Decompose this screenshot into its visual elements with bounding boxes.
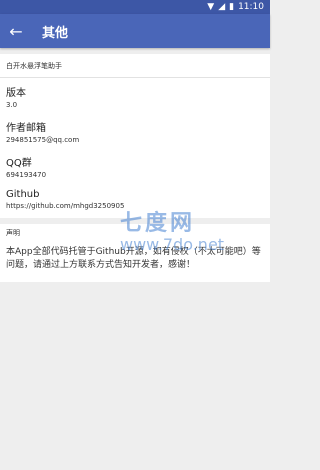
item-label: 版本 bbox=[6, 88, 26, 99]
item-label: Github bbox=[6, 189, 40, 200]
watermark-logo: 七度网 www.7do.net bbox=[120, 205, 224, 254]
item-value: 3.0 bbox=[6, 101, 18, 109]
item-label: 作者邮箱 bbox=[6, 123, 46, 134]
page-title: 其他 bbox=[42, 25, 69, 41]
watermark-cn: 七度网 bbox=[120, 211, 196, 236]
status-time: 11:10 bbox=[238, 2, 264, 12]
list-item-qq-group[interactable]: QQ群 694193470 bbox=[0, 148, 270, 183]
wifi-icon: ▼ bbox=[207, 2, 215, 12]
list-item-email[interactable]: 作者邮箱 294851575@qq.com bbox=[0, 113, 270, 148]
watermark-url: www.7do.net bbox=[120, 235, 225, 254]
back-arrow-icon[interactable]: ← bbox=[0, 14, 32, 48]
battery-icon: ▮ bbox=[229, 2, 235, 12]
toolbar: ← 其他 bbox=[0, 14, 270, 48]
info-card: 白开水悬浮笔助手 版本 3.0 作者邮箱 294851575@qq.com QQ… bbox=[0, 54, 270, 218]
item-value: 294851575@qq.com bbox=[6, 136, 80, 144]
list-item-version[interactable]: 版本 3.0 bbox=[0, 78, 270, 113]
signal-icon: ◢ bbox=[218, 2, 226, 12]
app-name: 白开水悬浮笔助手 bbox=[6, 62, 62, 70]
item-value: 694193470 bbox=[6, 171, 47, 179]
status-bar: ▼ ◢ ▮ 11:10 bbox=[0, 0, 270, 14]
item-label: QQ群 bbox=[6, 158, 32, 169]
